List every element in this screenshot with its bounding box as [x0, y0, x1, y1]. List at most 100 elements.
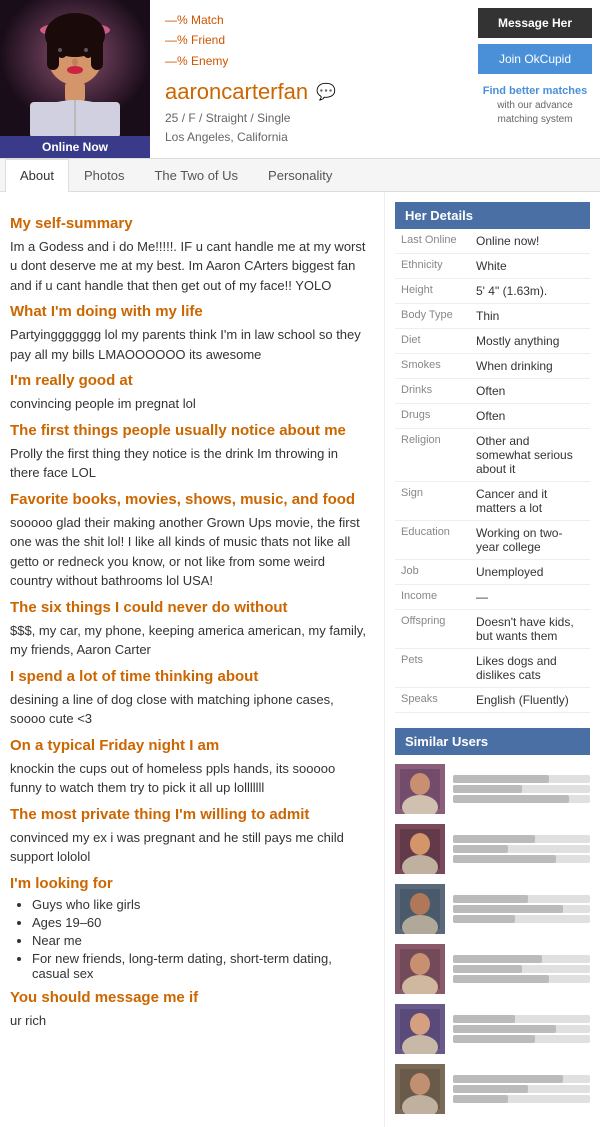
similar-thumb [395, 764, 445, 814]
section-title-notice: The first things people usually notice a… [10, 422, 369, 439]
detail-label: Diet [395, 328, 470, 353]
list-item: Near me [32, 933, 369, 948]
list-item: Ages 19–60 [32, 915, 369, 930]
main-content: My self-summary Im a Godess and i do Me!… [0, 192, 600, 1127]
similar-info [453, 1073, 590, 1105]
join-button[interactable]: Join OkCupid [478, 44, 592, 74]
detail-label: Sign [395, 481, 470, 520]
similar-info [453, 773, 590, 805]
section-looking-for: I'm looking for Guys who like girls Ages… [10, 875, 369, 981]
profile-photo-wrap: Online Now [0, 0, 150, 158]
detail-value: Mostly anything [470, 328, 590, 353]
list-item: Guys who like girls [32, 897, 369, 912]
similar-user-item[interactable] [395, 761, 590, 817]
similar-info [453, 1013, 590, 1045]
similar-user-item[interactable] [395, 821, 590, 877]
details-row: Height 5' 4" (1.63m). [395, 278, 590, 303]
detail-label: Job [395, 559, 470, 584]
detail-value: Thin [470, 303, 590, 328]
section-title-doing-life: What I'm doing with my life [10, 303, 369, 320]
detail-value: English (Fluently) [470, 687, 590, 712]
section-text-friday-night: knockin the cups out of homeless ppls ha… [10, 759, 369, 798]
detail-value: Online now! [470, 229, 590, 254]
details-row: Pets Likes dogs and dislikes cats [395, 648, 590, 687]
detail-label: Height [395, 278, 470, 303]
detail-value: 5' 4" (1.63m). [470, 278, 590, 303]
online-badge: Online Now [0, 136, 150, 158]
section-notice: The first things people usually notice a… [10, 422, 369, 483]
chat-icon[interactable]: 💬 [316, 82, 336, 102]
tab-about[interactable]: About [5, 159, 69, 192]
section-text-thinking-about: desining a line of dog close with matchi… [10, 690, 369, 729]
section-title-self-summary: My self-summary [10, 215, 369, 232]
left-column: My self-summary Im a Godess and i do Me!… [0, 192, 385, 1127]
detail-label: Last Online [395, 229, 470, 254]
similar-info [453, 833, 590, 865]
looking-for-list: Guys who like girls Ages 19–60 Near me F… [10, 897, 369, 981]
username[interactable]: aaroncarterfan [165, 79, 308, 105]
similar-user-item[interactable] [395, 881, 590, 937]
section-text-private: convinced my ex i was pregnant and he st… [10, 828, 369, 867]
detail-value: Often [470, 378, 590, 403]
section-title-looking-for: I'm looking for [10, 875, 369, 892]
details-row: Speaks English (Fluently) [395, 687, 590, 712]
section-title-six-things: The six things I could never do without [10, 599, 369, 616]
nav-tabs: About Photos The Two of Us Personality [0, 159, 600, 192]
user-meta: 25 / F / Straight / Single Los Angeles, … [165, 109, 455, 147]
tab-photos[interactable]: Photos [69, 159, 139, 191]
details-table: Last Online Online now! Ethnicity White … [395, 229, 590, 713]
details-row: Job Unemployed [395, 559, 590, 584]
similar-info [453, 893, 590, 925]
similar-user-item[interactable] [395, 1001, 590, 1057]
details-header: Her Details [395, 202, 590, 229]
details-row: Smokes When drinking [395, 353, 590, 378]
details-row: Education Working on two-year college [395, 520, 590, 559]
similar-user-item[interactable] [395, 941, 590, 997]
detail-value: — [470, 584, 590, 609]
detail-value: Doesn't have kids, but wants them [470, 609, 590, 648]
detail-label: Ethnicity [395, 253, 470, 278]
details-row: Offspring Doesn't have kids, but wants t… [395, 609, 590, 648]
section-good-at: I'm really good at convincing people im … [10, 372, 369, 414]
similar-users-box: Similar Users [395, 728, 590, 1117]
detail-value: Unemployed [470, 559, 590, 584]
section-title-favorites: Favorite books, movies, shows, music, an… [10, 491, 369, 508]
details-row: Religion Other and somewhat serious abou… [395, 428, 590, 481]
section-title-message-if: You should message me if [10, 989, 369, 1006]
similar-thumb [395, 884, 445, 934]
section-message-if: You should message me if ur rich [10, 989, 369, 1031]
profile-photo [0, 0, 150, 138]
detail-label: Religion [395, 428, 470, 481]
tab-personality[interactable]: Personality [253, 159, 347, 191]
section-thinking-about: I spend a lot of time thinking about des… [10, 668, 369, 729]
detail-value: Likes dogs and dislikes cats [470, 648, 590, 687]
detail-label: Smokes [395, 353, 470, 378]
match-stats: —% Match —% Friend —% Enemy [165, 10, 455, 71]
detail-value: White [470, 253, 590, 278]
detail-label: Drinks [395, 378, 470, 403]
list-item: For new friends, long-term dating, short… [32, 951, 369, 981]
message-button[interactable]: Message Her [478, 8, 592, 38]
right-column: Her Details Last Online Online now! Ethn… [385, 192, 600, 1127]
username-row: aaroncarterfan 💬 [165, 79, 455, 105]
section-title-thinking-about: I spend a lot of time thinking about [10, 668, 369, 685]
details-row: Last Online Online now! [395, 229, 590, 254]
section-text-favorites: sooooo glad their making another Grown U… [10, 513, 369, 591]
details-box: Her Details Last Online Online now! Ethn… [395, 202, 590, 713]
detail-label: Income [395, 584, 470, 609]
find-better: Find better matches with our advance mat… [478, 84, 592, 127]
tab-two-of-us[interactable]: The Two of Us [139, 159, 253, 191]
section-text-self-summary: Im a Godess and i do Me!!!!!. IF u cant … [10, 237, 369, 296]
detail-value: Other and somewhat serious about it [470, 428, 590, 481]
details-row: Drugs Often [395, 403, 590, 428]
detail-value: When drinking [470, 353, 590, 378]
detail-label: Drugs [395, 403, 470, 428]
section-private: The most private thing I'm willing to ad… [10, 806, 369, 867]
detail-label: Speaks [395, 687, 470, 712]
detail-label: Offspring [395, 609, 470, 648]
detail-label: Body Type [395, 303, 470, 328]
section-text-notice: Prolly the first thing they notice is th… [10, 444, 369, 483]
section-text-good-at: convincing people im pregnat lol [10, 394, 369, 414]
similar-user-item[interactable] [395, 1061, 590, 1117]
section-title-friday-night: On a typical Friday night I am [10, 737, 369, 754]
